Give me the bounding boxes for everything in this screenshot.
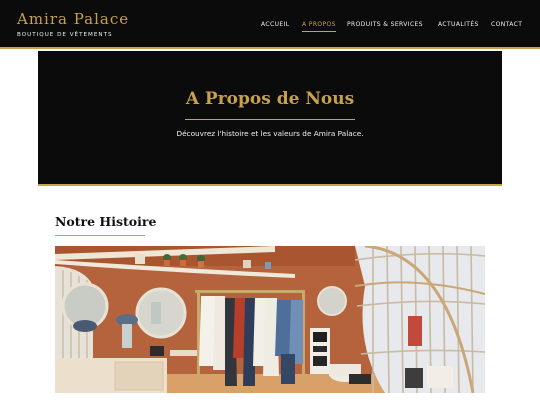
hero-banner: A Propos de Nous Découvrez l'histoire et… [38, 51, 502, 186]
boutique-interior-photo [55, 246, 485, 393]
brand-tagline: BOUTIQUE DE VÊTEMENTS [17, 32, 113, 38]
section-divider [55, 235, 145, 236]
section-title: Notre Histoire [55, 214, 157, 229]
title-divider [185, 119, 355, 120]
nav-item-contact[interactable]: CONTACT [491, 20, 522, 30]
hero-subtitle: Découvrez l'histoire et les valeurs de A… [176, 129, 364, 138]
main-nav: ACCUEIL A PROPOS PRODUITS & SERVICES ACT… [261, 20, 523, 32]
nav-item-a-propos[interactable]: A PROPOS [302, 20, 336, 32]
page-title: A Propos de Nous [185, 89, 355, 109]
nav-item-produits-services[interactable]: PRODUITS & SERVICES [347, 20, 423, 30]
brand-logo[interactable]: Amira Palace [17, 10, 129, 28]
nav-item-accueil[interactable]: ACCUEIL [261, 20, 289, 30]
site-header: Amira Palace BOUTIQUE DE VÊTEMENTS ACCUE… [0, 0, 540, 49]
nav-item-actualites[interactable]: ACTUALITÉS [438, 20, 479, 30]
